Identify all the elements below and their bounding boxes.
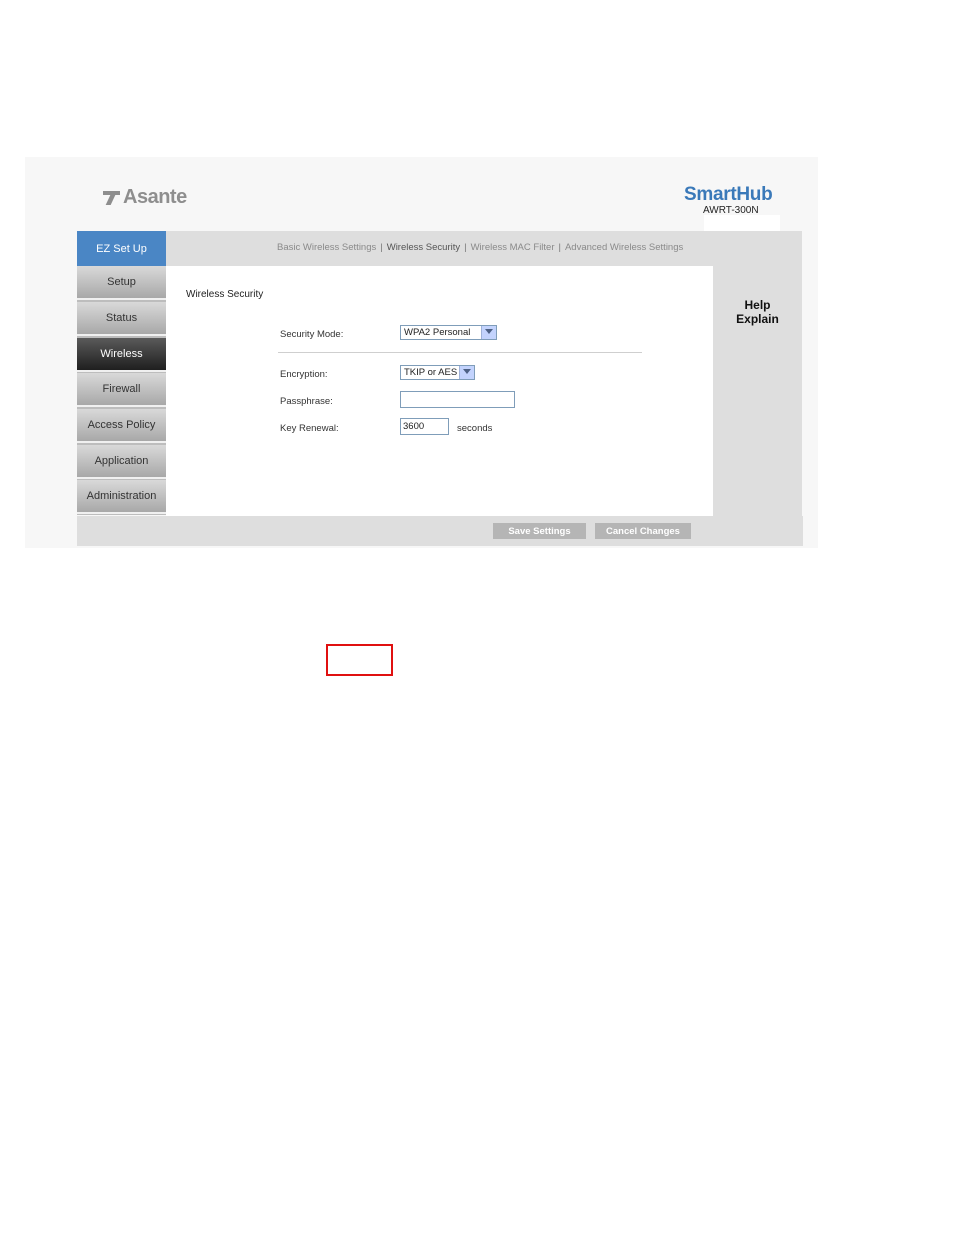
nav-item-ez-setup[interactable]: EZ Set Up [77,231,166,266]
red-highlight-box [326,644,393,676]
tab-basic-wireless-settings[interactable]: Basic Wireless Settings [277,242,376,253]
nav-item-wireless[interactable]: Wireless [77,338,166,372]
asante-logo: Asante [103,186,187,209]
chevron-down-icon[interactable] [481,326,496,339]
asante-logo-text: Asante [123,186,187,208]
subnav-tabs: Basic Wireless Settings | Wireless Securit… [277,242,683,253]
sidebar-nav: EZ Set Up Setup Status Wireless Firewall… [77,231,166,515]
cancel-changes-button[interactable]: Cancel Changes [595,523,691,539]
product-name: SmartHub [684,184,773,205]
passphrase-label: Passphrase: [280,396,333,407]
product-logo: SmartHub AWRT-300N [684,184,773,217]
nav-item-status[interactable]: Status [77,302,166,336]
footer-bar [77,516,803,546]
chevron-down-icon[interactable] [459,366,474,379]
product-model: AWRT-300N [703,205,759,216]
encryption-label: Encryption: [280,369,328,380]
asante-logo-icon [103,190,120,205]
help-panel: Help Explain [720,298,795,326]
key-renewal-input[interactable]: 3600 [400,418,449,435]
nav-item-firewall[interactable]: Firewall [77,373,166,407]
nav-item-setup[interactable]: Setup [77,266,166,300]
encryption-value: TKIP or AES [404,367,458,378]
passphrase-input[interactable] [400,391,515,408]
tab-separator: | [558,242,561,253]
section-title: Wireless Security [186,289,264,300]
tab-wireless-mac-filter[interactable]: Wireless MAC Filter [471,242,555,253]
tab-wireless-security[interactable]: Wireless Security [387,242,460,253]
tab-advanced-wireless-settings[interactable]: Advanced Wireless Settings [565,242,683,253]
key-renewal-label: Key Renewal: [280,423,339,434]
nav-item-administration[interactable]: Administration [77,480,166,514]
key-renewal-units: seconds [457,423,493,434]
tab-separator: | [380,242,383,253]
nav-item-access-policy[interactable]: Access Policy [77,409,166,443]
explain-link[interactable]: Explain [720,312,795,326]
tab-separator: | [464,242,467,253]
security-mode-label: Security Mode: [280,329,344,340]
security-mode-value: WPA2 Personal [404,327,471,338]
nav-item-application[interactable]: Application [77,445,166,479]
form-divider [278,352,642,353]
help-link[interactable]: Help [720,298,795,312]
save-settings-button[interactable]: Save Settings [493,523,586,539]
security-mode-select[interactable]: WPA2 Personal [400,325,497,340]
encryption-select[interactable]: TKIP or AES [400,365,475,380]
